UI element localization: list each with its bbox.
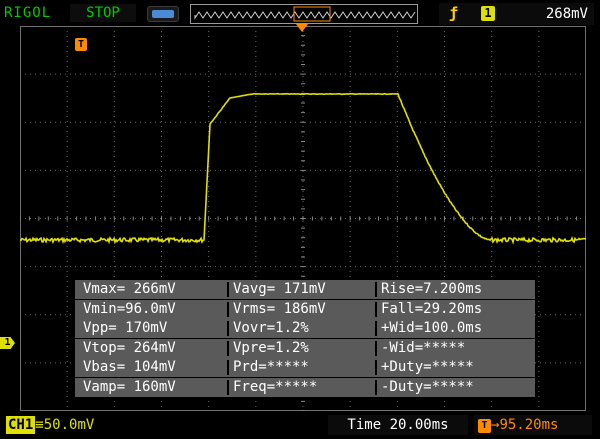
delay-marker[interactable]: T [75, 38, 87, 51]
channel-1-coupling-icon: ≡ [35, 417, 44, 433]
measurement-separator [375, 380, 377, 395]
measurement-row-vmax: Vmax= 266mV Vavg= 171mV Rise=7.200ms [75, 280, 535, 299]
channel-1-offset-marker[interactable]: 1 [0, 337, 15, 349]
measurement-row-vmin: Vmin=96.0mV Vrms= 186mV Fall=29.20ms [75, 299, 535, 319]
measurement-value: Prd=***** [233, 359, 309, 376]
trigger-level: 268mV [545, 6, 588, 22]
run-stop-status[interactable]: STOP [70, 4, 136, 22]
measurement-value: Vmax= 266mV [83, 281, 176, 297]
measurement-value: Vbas= 104mV [83, 359, 176, 376]
measurement-value: Vovr=1.2% [233, 320, 309, 337]
measurement-value: Fall=29.20ms [381, 300, 483, 317]
trigger-offset[interactable]: T →95.20ms [474, 415, 592, 435]
waveform-memory-icon [194, 6, 416, 22]
timebase[interactable]: Time 20.00ms [328, 415, 468, 435]
brand-logo: RIGOL [4, 5, 52, 21]
measurement-separator [227, 380, 229, 395]
measurement-value: Vpp= 170mV [83, 320, 168, 337]
waveform-memory-bar[interactable] [190, 4, 418, 24]
measurement-value: Vavg= 171mV [233, 281, 326, 297]
measurement-separator [227, 301, 229, 317]
measurement-separator [375, 301, 377, 317]
measurement-row-vtop: Vtop= 264mV Vpre=1.2% -Wid=***** [75, 338, 535, 358]
channel-1-tag: CH1 [6, 416, 36, 434]
measurement-separator [227, 282, 229, 297]
rising-edge-icon: ƒ [449, 4, 459, 22]
measurement-separator [375, 321, 377, 337]
trigger-channel-badge: 1 [481, 6, 495, 21]
channel-1-scale[interactable]: CH1 ≡50.0mV [6, 416, 94, 434]
measurement-panel: Vmax= 266mV Vavg= 171mV Rise=7.200ms Vmin=9… [75, 278, 535, 398]
battery-icon [147, 6, 179, 22]
measurement-row-vamp: Vamp= 160mV Freq=***** -Duty=***** [75, 378, 535, 397]
measurement-separator [375, 282, 377, 297]
measurement-value: +Duty=***** [381, 359, 474, 376]
trigger-time-marker[interactable] [296, 24, 308, 32]
measurement-row-vpp: Vpp= 170mV Vovr=1.2% +Wid=100.0ms [75, 319, 535, 339]
measurement-value: Vmin=96.0mV [83, 300, 176, 317]
measurement-value: Vrms= 186mV [233, 300, 326, 317]
trigger-offset-icon: T [478, 419, 491, 433]
measurement-separator [227, 360, 229, 376]
status-bar-bottom: CH1 ≡50.0mV Time 20.00ms T →95.20ms [0, 412, 600, 439]
measurement-value: Vtop= 264mV [83, 339, 176, 356]
trigger-status[interactable]: ƒ 1 268mV [439, 3, 594, 25]
measurement-value: Vamp= 160mV [83, 379, 176, 395]
volts-per-div: 50.0mV [43, 417, 95, 433]
measurement-separator [375, 360, 377, 376]
measurement-value: -Duty=***** [381, 379, 474, 395]
measurement-value: Freq=***** [233, 379, 318, 395]
measurement-value: Vpre=1.2% [233, 339, 309, 356]
measurement-separator [227, 340, 229, 356]
measurement-row-vbas: Vbas= 104mV Prd=***** +Duty=***** [75, 358, 535, 378]
battery-fill [152, 10, 174, 18]
measurement-value: -Wid=***** [381, 339, 466, 356]
trigger-offset-value: 95.20ms [499, 417, 559, 433]
measurement-separator [227, 321, 229, 337]
measurement-value: +Wid=100.0ms [381, 320, 483, 337]
measurement-separator [375, 340, 377, 356]
measurement-value: Rise=7.200ms [381, 281, 483, 297]
